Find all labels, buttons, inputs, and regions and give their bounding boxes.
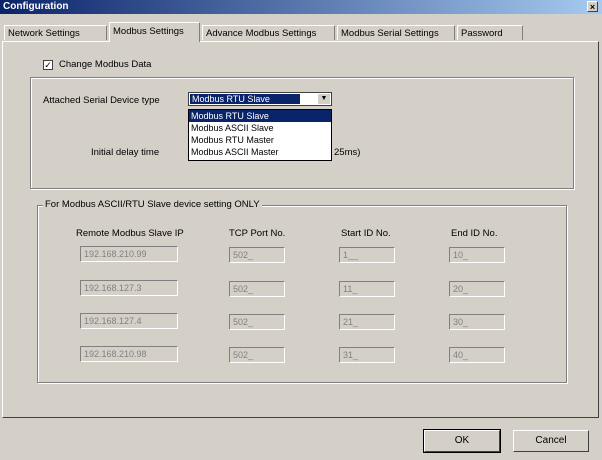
tab-password[interactable]: Password (457, 25, 523, 40)
tcp-port-field-3[interactable]: 502_ (229, 314, 285, 330)
end-id-field-1[interactable]: 10_ (449, 247, 505, 263)
end-id-field-4[interactable]: 40_ (449, 347, 505, 363)
start-id-field-1[interactable]: 1__ (339, 247, 395, 263)
end-id-field-3[interactable]: 30_ (449, 314, 505, 330)
start-id-field-3[interactable]: 21_ (339, 314, 395, 330)
initial-delay-suffix: 25ms) (334, 147, 361, 158)
option-ascii-master[interactable]: Modbus ASCII Master (189, 146, 331, 158)
tab-advance-modbus-settings[interactable]: Advance Modbus Settings (202, 25, 335, 40)
slave-ip-field-2[interactable]: 192.168.127.3 (80, 280, 178, 296)
header-remote-ip: Remote Modbus Slave IP (76, 228, 184, 239)
slave-group-legend: For Modbus ASCII/RTU Slave device settin… (43, 199, 262, 210)
window-title: Configuration (3, 1, 69, 12)
tcp-port-field-2[interactable]: 502_ (229, 281, 285, 297)
serial-device-combo[interactable]: Modbus RTU Slave ▼ (188, 92, 332, 106)
header-tcp-port: TCP Port No. (229, 228, 286, 239)
option-rtu-slave[interactable]: Modbus RTU Slave (189, 110, 331, 122)
serial-device-label: Attached Serial Device type (43, 95, 160, 106)
start-id-field-4[interactable]: 31_ (339, 347, 395, 363)
change-modbus-checkbox[interactable]: ✓ (43, 60, 53, 70)
ok-button[interactable]: OK (423, 429, 501, 453)
end-id-field-2[interactable]: 20_ (449, 281, 505, 297)
initial-delay-label: Initial delay time (91, 147, 160, 158)
option-rtu-master[interactable]: Modbus RTU Master (189, 134, 331, 146)
tcp-port-field-1[interactable]: 502_ (229, 247, 285, 263)
start-id-field-2[interactable]: 11_ (339, 281, 395, 297)
tab-modbus-serial-settings[interactable]: Modbus Serial Settings (337, 25, 455, 40)
slave-ip-field-1[interactable]: 192.168.210.99 (80, 246, 178, 262)
tab-network-settings[interactable]: Network Settings (4, 25, 107, 40)
close-icon[interactable]: × (587, 1, 598, 12)
cancel-button[interactable]: Cancel (513, 430, 589, 452)
tcp-port-field-4[interactable]: 502_ (229, 347, 285, 363)
option-ascii-slave[interactable]: Modbus ASCII Slave (189, 122, 331, 134)
slave-ip-field-3[interactable]: 192.168.127.4 (80, 313, 178, 329)
serial-device-dropdown[interactable]: Modbus RTU Slave Modbus ASCII Slave Modb… (188, 109, 332, 161)
header-end-id: End ID No. (451, 228, 498, 239)
tab-strip: Network Settings Modbus Settings Advance… (0, 22, 602, 42)
tab-modbus-settings[interactable]: Modbus Settings (109, 22, 200, 42)
serial-device-value: Modbus RTU Slave (190, 94, 300, 104)
title-bar: Configuration × (0, 0, 602, 14)
slave-ip-field-4[interactable]: 192.168.210.98 (80, 346, 178, 362)
chevron-down-icon[interactable]: ▼ (318, 94, 330, 104)
header-start-id: Start ID No. (341, 228, 391, 239)
change-modbus-label: Change Modbus Data (59, 59, 152, 70)
